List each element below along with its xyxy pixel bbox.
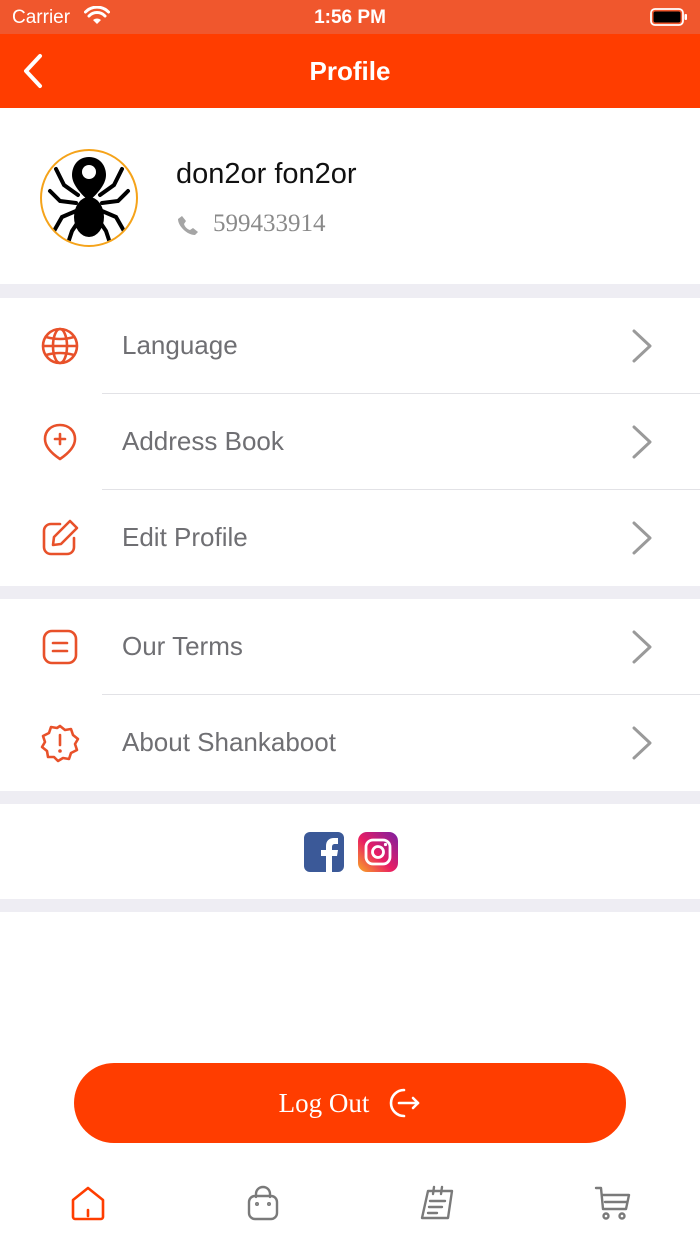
tab-orders[interactable] xyxy=(418,1183,458,1223)
chevron-right-icon xyxy=(632,329,652,363)
menu-item-address-book[interactable]: Address Book xyxy=(0,394,700,490)
phone-icon xyxy=(177,214,199,241)
home-icon xyxy=(71,1186,105,1221)
chevron-right-icon xyxy=(632,630,652,664)
globe-icon xyxy=(41,327,79,365)
menu-label: Address Book xyxy=(122,426,284,456)
nav-bar: Profile xyxy=(0,34,700,108)
user-name: don2or fon2or xyxy=(176,158,357,190)
section-separator xyxy=(0,586,700,599)
spider-logo-icon xyxy=(48,157,130,245)
menu-item-language[interactable]: Language xyxy=(0,298,700,394)
chevron-right-icon xyxy=(632,726,652,760)
status-bar: Carrier 1:56 PM xyxy=(0,0,700,34)
tab-shop[interactable] xyxy=(243,1183,283,1223)
page-title: Profile xyxy=(309,56,391,86)
menu-label: Edit Profile xyxy=(122,522,248,552)
battery-icon xyxy=(650,8,688,31)
section-separator xyxy=(0,899,700,912)
document-icon xyxy=(42,629,78,665)
section-separator xyxy=(0,284,700,298)
cart-icon xyxy=(594,1186,631,1220)
chevron-right-icon xyxy=(632,425,652,459)
instagram-icon[interactable] xyxy=(358,832,398,872)
profile-card: don2or fon2or 599433914 xyxy=(0,108,700,284)
bag-icon xyxy=(247,1185,279,1221)
tab-bar xyxy=(0,1161,700,1244)
menu-label: About Shankaboot xyxy=(122,727,336,757)
logout-button[interactable]: Log Out xyxy=(74,1063,626,1143)
chevron-right-icon xyxy=(632,521,652,555)
tab-cart[interactable] xyxy=(593,1183,633,1223)
phone-number: 599433914 xyxy=(213,210,326,237)
menu-label: Our Terms xyxy=(122,631,243,661)
info-badge-icon xyxy=(40,724,80,763)
logout-label: Log Out xyxy=(278,1087,370,1118)
tab-home[interactable] xyxy=(68,1183,108,1223)
facebook-icon[interactable] xyxy=(304,832,344,872)
avatar[interactable] xyxy=(40,149,138,247)
menu-item-our-terms[interactable]: Our Terms xyxy=(0,599,700,695)
clock: 1:56 PM xyxy=(314,7,386,28)
social-links xyxy=(0,804,700,899)
section-separator xyxy=(0,791,700,804)
menu-item-about[interactable]: About Shankaboot xyxy=(0,695,700,791)
edit-icon xyxy=(42,519,79,556)
map-pin-plus-icon xyxy=(43,423,77,461)
menu-item-edit-profile[interactable]: Edit Profile xyxy=(0,490,700,586)
notes-icon xyxy=(420,1185,454,1220)
profile-content: don2or fon2or 599433914 Language Address… xyxy=(0,108,700,1161)
menu-label: Language xyxy=(122,330,238,360)
logout-icon xyxy=(390,1088,420,1118)
